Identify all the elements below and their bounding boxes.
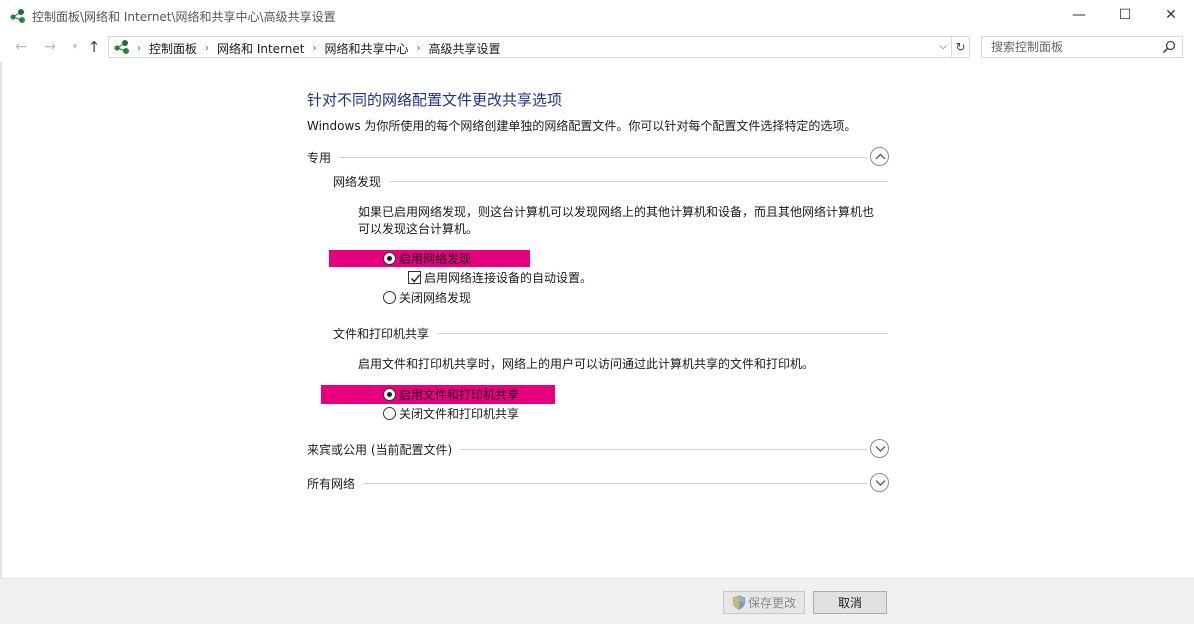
network-discovery-description: 如果已启用网络发现，则这台计算机可以发现网络上的其他计算机和设备，而且其他网络计… [358,205,875,236]
maximize-button[interactable]: ☐ [1102,0,1148,32]
navigation-bar: ← → ▾ ↑ › 控制面板 › 网络和 Internet › 网络和共享中心 … [0,32,1194,62]
uac-shield-icon [732,595,746,610]
back-button[interactable]: ← [12,38,30,56]
file-sharing-heading: 文件和打印机共享 [333,325,888,342]
expand-button[interactable] [870,473,889,492]
auto-setup-checkbox[interactable]: 启用网络连接设备的自动设置。 [408,269,592,286]
breadcrumb-network-sharing-center[interactable]: 网络和共享中心 [324,40,408,57]
enable-network-discovery-radio[interactable]: 启用网络发现 [383,250,471,267]
checkbox-label: 启用网络连接设备的自动设置。 [424,271,593,285]
section-all-networks[interactable]: 所有网络 [307,473,889,493]
main-content: 针对不同的网络配置文件更改共享选项 Windows 为你所使用的每个网络创建单独… [0,62,1194,578]
search-input[interactable] [982,37,1160,57]
save-changes-button: 保存更改 [723,591,805,614]
breadcrumb-network-internet[interactable]: 网络和 Internet [217,40,304,57]
network-discovery-heading: 网络发现 [333,173,888,190]
enable-file-sharing-radio[interactable]: 启用文件和打印机共享 [383,386,519,403]
chevron-down-icon [875,446,886,452]
network-center-icon [10,9,25,23]
refresh-button[interactable]: ↻ [952,36,970,58]
page-description: Windows 为你所使用的每个网络创建单独的网络配置文件。你可以针对每个配置文… [307,119,857,133]
chevron-right-icon[interactable]: › [417,43,421,54]
radio-button[interactable] [383,388,396,401]
disable-network-discovery-radio[interactable]: 关闭网络发现 [383,289,471,306]
chevron-up-icon [875,153,886,160]
disable-file-sharing-radio[interactable]: 关闭文件和打印机共享 [383,405,519,422]
section-private[interactable]: 专用 [307,147,889,167]
radio-label: 启用文件和打印机共享 [399,388,520,402]
divider [333,181,888,182]
subsection-label: 网络发现 [333,173,390,190]
radio-label: 关闭网络发现 [399,291,472,305]
search-box[interactable] [981,36,1183,58]
radio-button[interactable] [383,252,396,265]
window-title: 控制面板\网络和 Internet\网络和共享中心\高级共享设置 [32,10,336,24]
radio-button[interactable] [383,407,396,420]
chevron-right-icon[interactable]: › [312,43,316,54]
forward-button[interactable]: → [41,38,59,56]
search-icon[interactable] [1162,40,1176,54]
page-title: 针对不同的网络配置文件更改共享选项 [307,91,563,109]
address-bar[interactable]: › 控制面板 › 网络和 Internet › 网络和共享中心 › 高级共享设置… [108,36,952,58]
breadcrumb: › 控制面板 › 网络和 Internet › 网络和共享中心 › 高级共享设置 [135,40,507,57]
footer-bar: 保存更改 取消 [0,578,1194,624]
close-button[interactable]: ✕ [1148,0,1194,32]
minimize-button[interactable]: — [1056,0,1102,32]
section-label: 专用 [307,149,340,166]
chevron-right-icon[interactable]: › [205,43,209,54]
network-center-icon [114,40,129,54]
breadcrumb-control-panel[interactable]: 控制面板 [149,40,197,57]
section-label: 所有网络 [307,475,364,492]
section-guest-public[interactable]: 来宾或公用 (当前配置文件) [307,439,889,459]
chevron-down-icon [875,480,886,486]
divider [307,157,867,158]
radio-label: 关闭文件和打印机共享 [399,407,520,421]
subsection-label: 文件和打印机共享 [333,325,438,342]
title-bar: 控制面板\网络和 Internet\网络和共享中心\高级共享设置 — ☐ ✕ [0,0,1194,32]
radio-button[interactable] [383,291,396,304]
recent-locations-dropdown[interactable]: ▾ [66,38,84,56]
breadcrumb-advanced-sharing[interactable]: 高级共享设置 [429,40,501,57]
checkbox[interactable] [408,271,421,284]
cancel-button[interactable]: 取消 [813,591,887,614]
save-button-label: 保存更改 [747,596,796,610]
chevron-right-icon[interactable]: › [137,43,141,54]
file-sharing-description: 启用文件和打印机共享时，网络上的用户可以访问通过此计算机共享的文件和打印机。 [358,357,815,371]
section-label: 来宾或公用 (当前配置文件) [307,441,461,458]
up-button[interactable]: ↑ [85,38,103,56]
radio-label: 启用网络发现 [399,252,472,266]
collapse-button[interactable] [870,147,889,166]
divider [307,483,867,484]
checkmark-icon [410,274,421,283]
expand-button[interactable] [870,439,889,458]
chevron-down-icon[interactable]: ⌵ [937,40,949,54]
